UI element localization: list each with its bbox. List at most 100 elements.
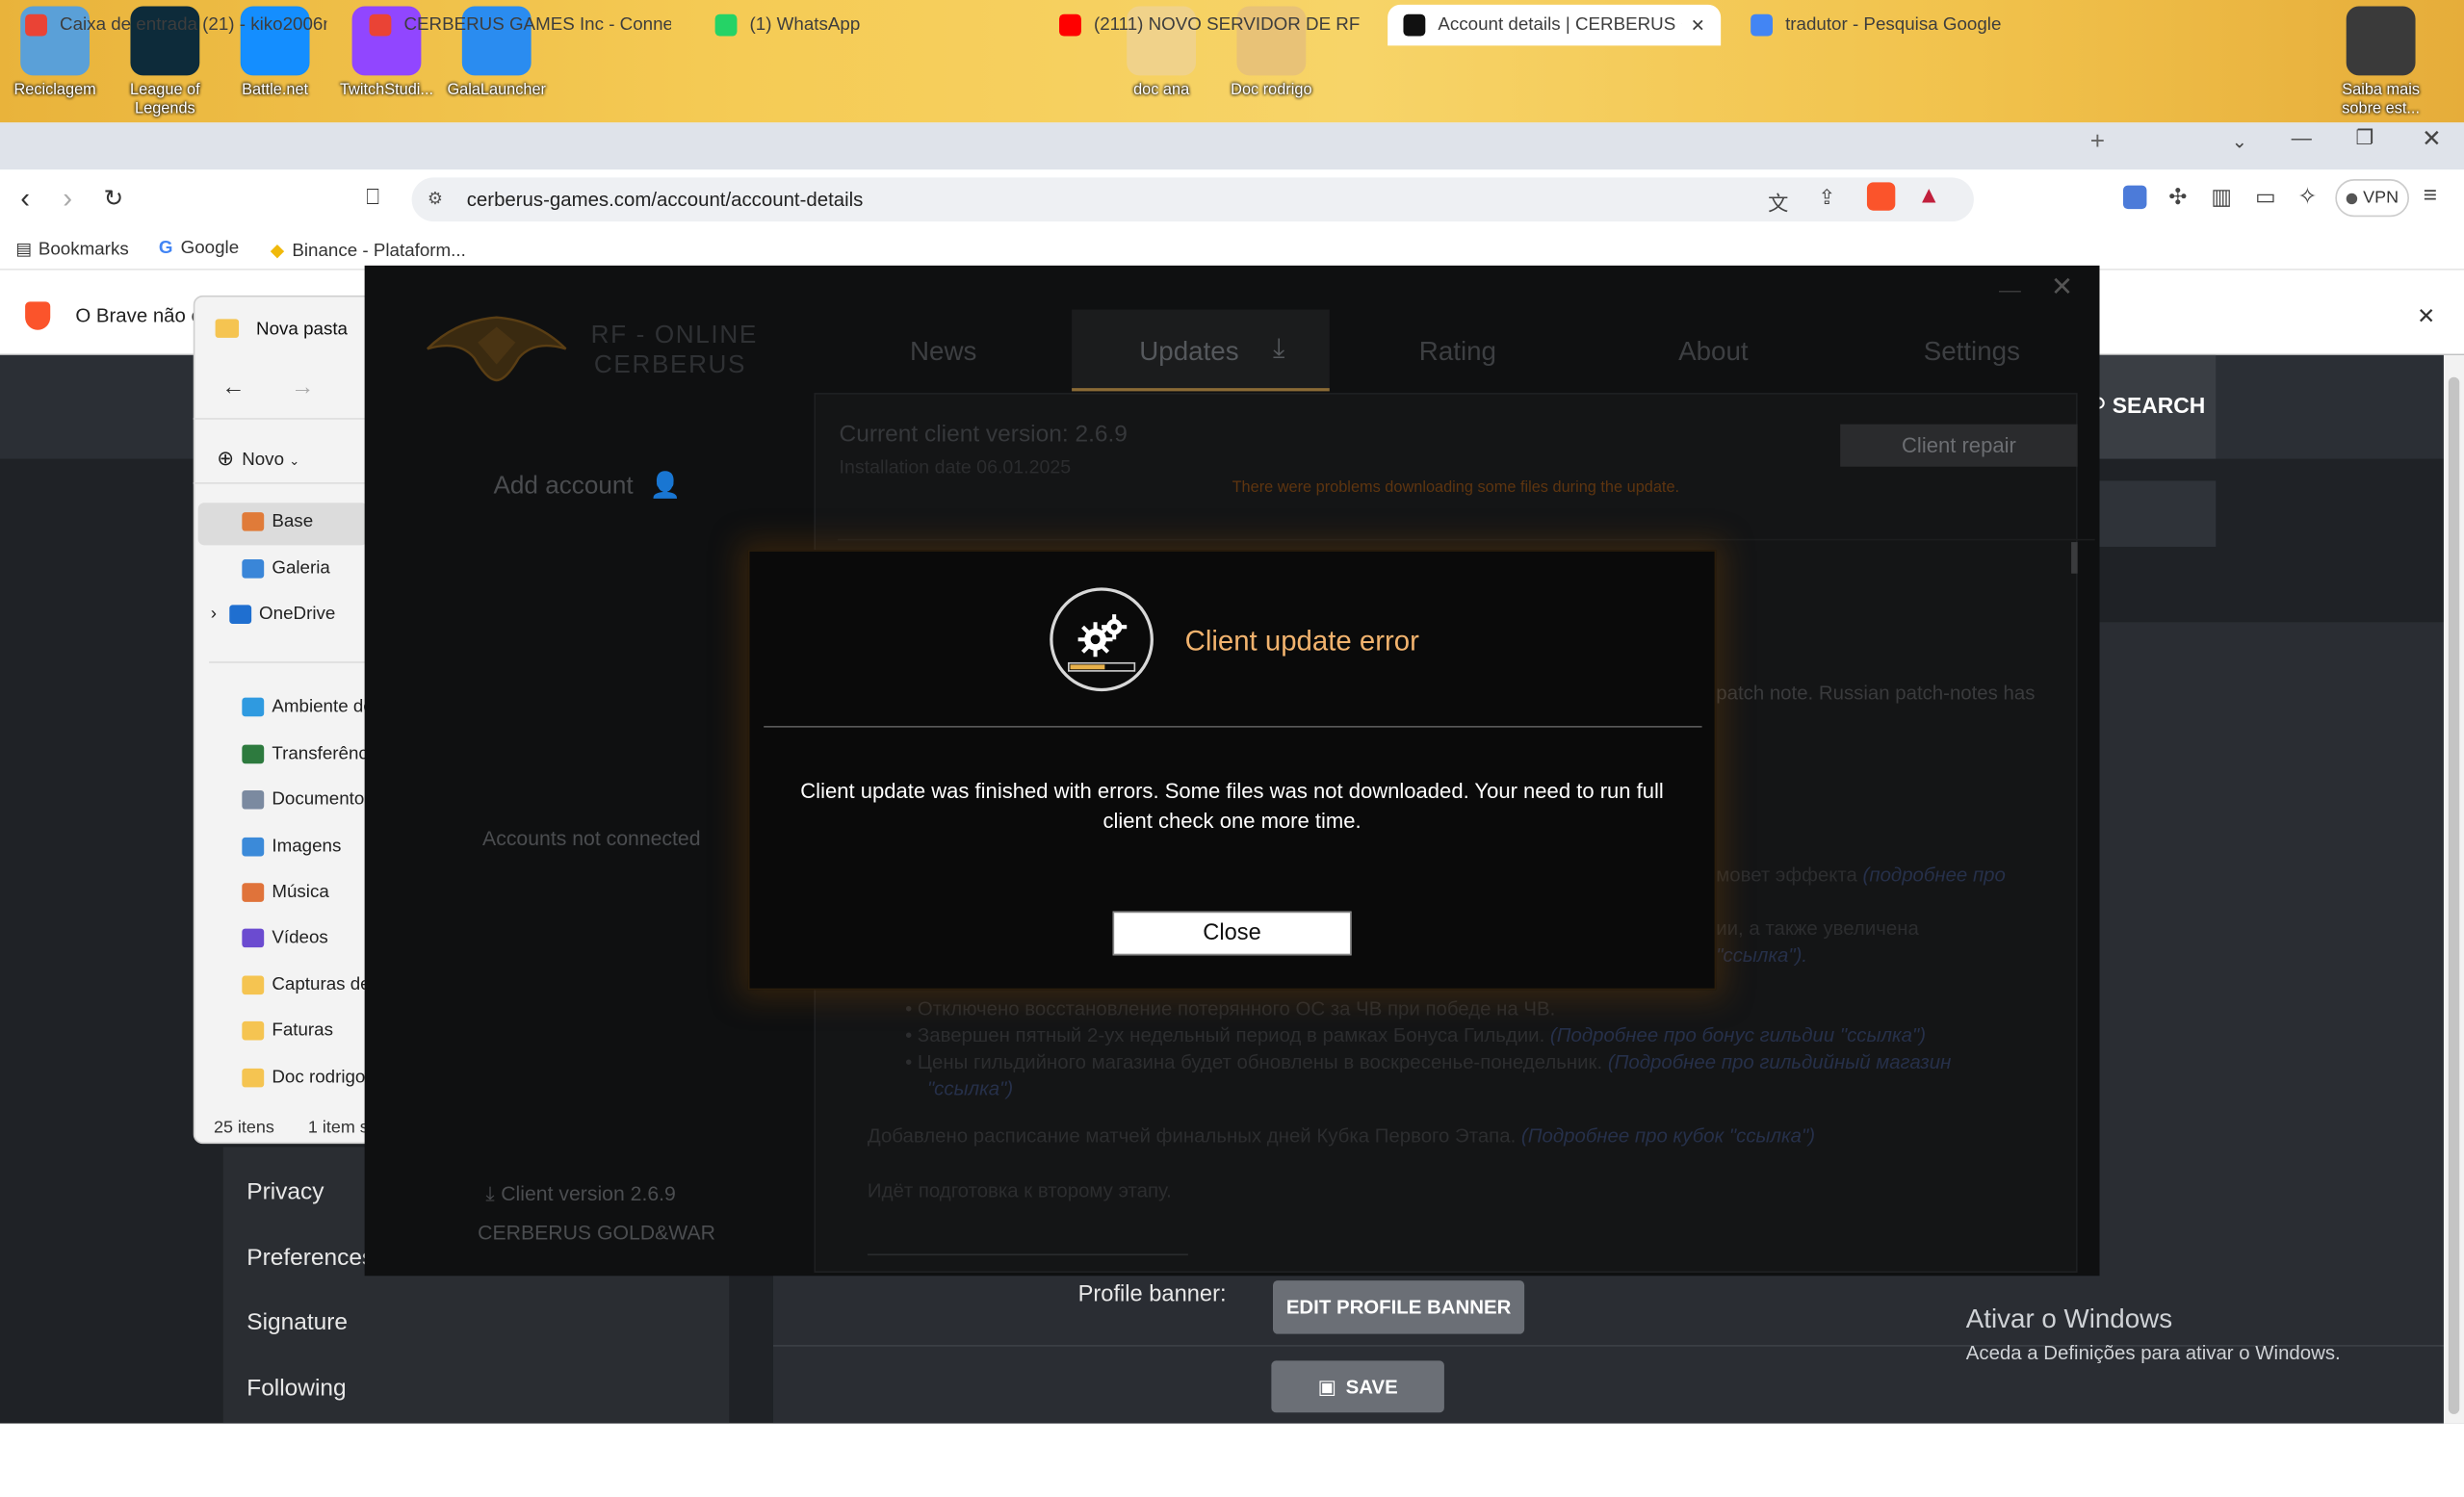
- new-tab-icon[interactable]: +: [2090, 129, 2105, 157]
- desktop-icon-label: doc ana: [1133, 81, 1190, 99]
- translate-icon[interactable]: 文: [1768, 187, 1788, 217]
- site-info-icon[interactable]: ⚙: [428, 189, 443, 209]
- nav-privacy[interactable]: Privacy: [246, 1178, 324, 1205]
- patch-ru-line-5: • Завершен пятный 2-ух недельный период …: [905, 1024, 1927, 1046]
- notification-text: O Brave não é: [75, 304, 202, 327]
- leo-ai-icon[interactable]: ✧: [2297, 182, 2318, 211]
- tab-rating[interactable]: Rating: [1419, 336, 1496, 368]
- launcher-client-version-label: Client version 2.6.9: [501, 1181, 676, 1205]
- bookmark-binance-label: Binance - Plataform...: [292, 242, 466, 261]
- browser-tab[interactable]: CERBERUS GAMES Inc - Connecting: [353, 5, 687, 45]
- browser-tab[interactable]: tradutor - Pesquisa Google: [1735, 5, 2068, 45]
- back-icon[interactable]: ‹: [20, 182, 30, 215]
- explorer-nav-item[interactable]: Música: [242, 883, 329, 902]
- window-close-icon[interactable]: ✕: [2422, 124, 2442, 153]
- explorer-nav-item[interactable]: Documentos: [242, 789, 374, 810]
- website-search-button[interactable]: ⚲ SEARCH: [2090, 393, 2206, 420]
- explorer-nav-item[interactable]: Galeria: [242, 559, 330, 579]
- desktop-icon-label: GalaLauncher: [447, 81, 547, 99]
- explorer-nav-item[interactable]: Vídeos: [242, 928, 328, 948]
- edit-profile-banner-button[interactable]: EDIT PROFILE BANNER: [1273, 1280, 1525, 1334]
- tab-updates[interactable]: Updates: [1139, 336, 1238, 368]
- vpn-button[interactable]: VPN: [2335, 179, 2410, 218]
- bookmarks-folder[interactable]: ▤ Bookmarks: [15, 239, 128, 260]
- menu-icon[interactable]: ≡: [2424, 182, 2437, 209]
- share-icon[interactable]: ⇪: [1818, 186, 1835, 211]
- browser-tab[interactable]: Account details | CERBERUS GA ✕: [1388, 4, 1722, 46]
- translate-extension-icon[interactable]: [2122, 185, 2147, 210]
- bookmark-binance[interactable]: ◆ Binance - Plataform...: [271, 239, 466, 261]
- tab-close-icon[interactable]: ✕: [1691, 15, 1705, 36]
- launcher-minimize-icon[interactable]: —: [1999, 276, 2021, 301]
- bookmark-google[interactable]: G Google: [159, 239, 239, 258]
- sidebar-icon[interactable]: ▥: [2211, 184, 2232, 211]
- nav-preferences[interactable]: Preferences: [246, 1245, 374, 1272]
- brave-shields-icon[interactable]: [1866, 182, 1896, 211]
- explorer-nav-item[interactable]: Transferência: [242, 744, 381, 764]
- binance-icon: ◆: [270, 242, 285, 261]
- notification-close-icon[interactable]: ✕: [2417, 303, 2435, 330]
- tab-about[interactable]: About: [1678, 336, 1749, 368]
- explorer-nav-item[interactable]: Base: [242, 512, 313, 531]
- explorer-nav-label: OneDrive: [259, 605, 336, 624]
- browser-tab[interactable]: (2111) NOVO SERVIDOR DE RF ONLI: [1044, 5, 1377, 45]
- restore-icon[interactable]: ❐: [2356, 126, 2374, 151]
- browser-tab[interactable]: (1) WhatsApp: [699, 5, 1032, 45]
- minimize-icon[interactable]: —: [2292, 126, 2312, 149]
- explorer-nav-label: Galeria: [272, 559, 330, 579]
- desktop-icon[interactable]: Saiba mais sobre est...: [2326, 6, 2436, 120]
- explorer-new-button[interactable]: ⊕ Novo ⌄: [217, 447, 299, 472]
- explorer-nav-item[interactable]: Ambiente de: [242, 697, 374, 717]
- explorer-nav-item[interactable]: Doc rodrigo: [242, 1068, 365, 1088]
- tab-settings[interactable]: Settings: [1924, 336, 2020, 368]
- desktop-icon-label: Battle.net: [242, 81, 309, 99]
- server-name: CERBERUS GOLD&WAR: [478, 1221, 715, 1245]
- nav-signature[interactable]: Signature: [246, 1309, 348, 1336]
- page-scrollbar-thumb[interactable]: [2448, 376, 2460, 1414]
- explorer-nav-item[interactable]: Imagens: [242, 837, 341, 857]
- chevron-down-icon: ⌄: [289, 453, 300, 469]
- patch-ru-line-4: • Отключено восстановление потерянного О…: [905, 997, 1556, 1020]
- patch-scrollbar-thumb[interactable]: [2071, 542, 2078, 574]
- explorer-nav-item[interactable]: › OneDrive: [211, 605, 336, 624]
- tab-list-chevron-icon[interactable]: ⌄: [2232, 130, 2247, 152]
- launcher-client-version: ⤓ Client version 2.6.9: [485, 1181, 676, 1206]
- gallery-icon: [242, 559, 265, 579]
- bookmark-page-icon[interactable]: ⎕: [366, 184, 379, 211]
- explorer-new-label: Novo: [242, 451, 285, 470]
- patch-ru-footer-2: Идёт подготовка к второму этапу.: [867, 1179, 1172, 1202]
- tab-news[interactable]: News: [910, 336, 976, 368]
- client-repair-button[interactable]: Client repair: [1840, 424, 2078, 467]
- patch-ru-line-3: "ссылка").: [1716, 943, 1808, 967]
- folder-icon: [242, 975, 265, 995]
- browser-tab[interactable]: Caixa de entrada (21) - kiko2006rod: [10, 5, 343, 45]
- explorer-nav-label: Ambiente de: [272, 697, 374, 717]
- explorer-back-icon[interactable]: ←: [221, 374, 245, 400]
- extensions-icon[interactable]: ✣: [2168, 184, 2187, 211]
- explorer-nav-label: Faturas: [272, 1020, 334, 1041]
- update-gear-icon: [1050, 587, 1154, 692]
- explorer-nav-item[interactable]: Capturas de: [242, 975, 371, 995]
- cerberus-logo-icon: [425, 311, 569, 383]
- explorer-tab-title[interactable]: Nova pasta: [256, 321, 348, 340]
- nav-following[interactable]: Following: [246, 1375, 346, 1402]
- add-account-label: Add account: [493, 473, 634, 501]
- wallet-icon[interactable]: ▭: [2255, 184, 2276, 211]
- brave-rewards-icon[interactable]: ▲: [1917, 182, 1940, 209]
- dialog-divider: [764, 726, 1702, 728]
- explorer-nav-label: Base: [272, 512, 314, 531]
- dialog-message: Client update was finished with errors. …: [800, 779, 1664, 834]
- explorer-nav-label: Documentos: [272, 789, 374, 810]
- dialog-close-button[interactable]: Close: [1112, 911, 1352, 956]
- forward-icon[interactable]: ›: [63, 182, 72, 215]
- explorer-nav-item[interactable]: Faturas: [242, 1020, 334, 1041]
- camera-icon: [2346, 6, 2416, 76]
- address-url[interactable]: cerberus-games.com/account/account-detai…: [467, 189, 864, 211]
- launcher-close-icon[interactable]: ✕: [2051, 271, 2073, 303]
- chevron-right-icon[interactable]: ›: [211, 605, 217, 624]
- add-account-button[interactable]: Add account 👤: [493, 470, 681, 502]
- gmail-icon: [25, 13, 47, 37]
- reload-icon[interactable]: ↻: [104, 184, 124, 213]
- explorer-forward-icon[interactable]: →: [291, 374, 314, 400]
- save-button[interactable]: ▣ SAVE: [1271, 1360, 1444, 1413]
